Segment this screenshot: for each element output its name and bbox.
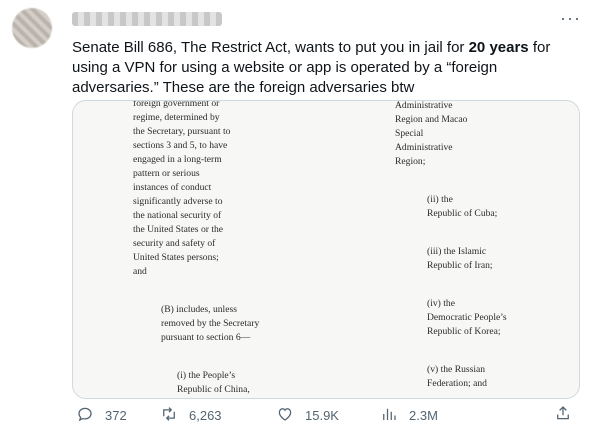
document-scan: foreign government or regime, determined… xyxy=(73,101,579,398)
doc-right-ii: (ii) the Republic of Cuba; xyxy=(427,194,498,219)
reply-button[interactable]: 372 xyxy=(76,404,127,426)
reply-count: 372 xyxy=(105,407,127,423)
like-button[interactable]: 15.9K xyxy=(276,404,339,426)
more-icon[interactable]: ··· xyxy=(560,9,581,27)
views-button[interactable]: 2.3M xyxy=(380,404,438,426)
retweet-count: 6,263 xyxy=(189,407,222,423)
share-icon xyxy=(554,406,572,425)
tweet-text: Senate Bill 686, The Restrict Act, wants… xyxy=(72,38,587,98)
tweet: ··· Senate Bill 686, The Restrict Act, w… xyxy=(0,0,595,440)
document-left-column: foreign government or regime, determined… xyxy=(133,100,293,398)
retweet-button[interactable]: 6,263 xyxy=(160,404,222,426)
avatar[interactable] xyxy=(12,8,52,48)
views-count: 2.3M xyxy=(409,407,438,423)
tweet-text-part: Senate Bill 686, The Restrict Act, wants… xyxy=(72,39,469,56)
share-button[interactable] xyxy=(554,404,572,425)
doc-right-top: Administrative Region and Macao Special … xyxy=(395,100,468,167)
action-bar: 372 6,263 15.9K 2.3M xyxy=(76,404,576,426)
doc-right-iv: (iv) the Democratic People’s Republic of… xyxy=(427,298,507,337)
heart-icon xyxy=(276,405,294,426)
like-count: 15.9K xyxy=(305,407,339,423)
tweet-image[interactable]: foreign government or regime, determined… xyxy=(72,100,580,399)
doc-left-paragraph: foreign government or regime, determined… xyxy=(133,100,231,277)
doc-left-b: (B) includes, unless removed by the Secr… xyxy=(161,304,260,343)
doc-right-v: (v) the Russian Federation; and xyxy=(427,364,487,389)
document-right-column: Administrative Region and Macao Special … xyxy=(395,100,545,398)
doc-left-i: (i) the People’s Republic of China, incl… xyxy=(177,370,250,395)
doc-right-iii: (iii) the Islamic Republic of Iran; xyxy=(427,246,493,271)
views-icon xyxy=(380,405,398,426)
tweet-text-bold: 20 years xyxy=(468,39,529,56)
reply-icon xyxy=(76,405,94,426)
retweet-icon xyxy=(160,405,178,426)
author-name-redacted[interactable] xyxy=(72,12,222,26)
